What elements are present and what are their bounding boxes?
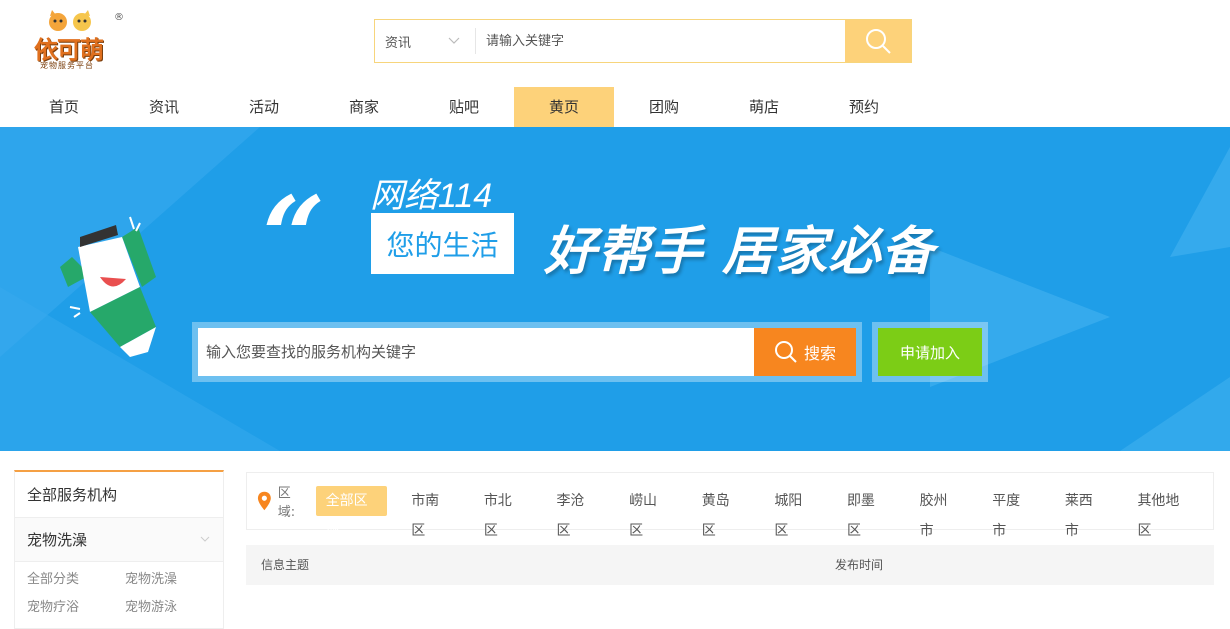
region-option[interactable]: 莱西市 bbox=[1055, 486, 1114, 539]
search-category-label: 资讯 bbox=[385, 35, 412, 51]
nav-item-forum[interactable]: 贴吧 bbox=[414, 87, 514, 127]
pets-logo-icon bbox=[49, 10, 91, 31]
quote-mark: “ bbox=[262, 172, 326, 301]
chevron-down-icon bbox=[200, 536, 210, 542]
region-option[interactable]: 其他地区 bbox=[1127, 486, 1199, 539]
banner-your-life: 您的生活 bbox=[371, 213, 514, 274]
search-category-select[interactable]: 资讯 bbox=[375, 20, 475, 62]
sidebar-item-pet-bath[interactable]: 宠物洗澡 bbox=[15, 518, 223, 562]
subcategory-link[interactable]: 宠物游泳 bbox=[125, 598, 223, 618]
nav-item-group-buy[interactable]: 团购 bbox=[614, 87, 714, 127]
search-icon bbox=[866, 29, 891, 54]
region-option[interactable]: 市南区 bbox=[401, 486, 460, 539]
nav-item-yellow-pages[interactable]: 黄页 bbox=[514, 87, 614, 127]
logo-subtitle: 宠物服务平台 bbox=[40, 61, 94, 70]
subcategory-link[interactable]: 宠物疗浴 bbox=[27, 598, 125, 618]
region-option[interactable]: 李沧区 bbox=[546, 486, 605, 539]
top-search-input[interactable] bbox=[476, 20, 845, 62]
listing-table-header: 信息主题 发布时间 bbox=[246, 545, 1214, 585]
region-option[interactable]: 市北区 bbox=[474, 486, 533, 539]
subcategory-link[interactable]: 全部分类 bbox=[27, 570, 125, 590]
nav-item-home[interactable]: 首页 bbox=[14, 87, 114, 127]
nav-item-merchants[interactable]: 商家 bbox=[314, 87, 414, 127]
site-logo[interactable]: 依可萌 宠物服务平台 ® bbox=[34, 10, 124, 72]
region-filter: 区域: 全部区域 市南区 市北区 李沧区 崂山区 黄岛区 城阳区 即墨区 胶州市… bbox=[246, 472, 1214, 539]
service-search-input[interactable] bbox=[198, 328, 754, 376]
join-button-wrap: 申请加入 bbox=[872, 322, 988, 382]
banner-slogan: 好帮手 居家必备 bbox=[544, 222, 935, 282]
column-header-topic: 信息主题 bbox=[261, 558, 310, 572]
registered-mark: ® bbox=[114, 12, 124, 23]
sidebar-category-label: 宠物洗澡 bbox=[27, 531, 88, 549]
service-search-button[interactable]: 搜索 bbox=[754, 328, 856, 376]
sidebar-subcategories: 全部分类 宠物洗澡 宠物疗浴 宠物游泳 bbox=[15, 562, 223, 618]
nav-item-pet-shop[interactable]: 萌店 bbox=[714, 87, 814, 127]
nav-item-events[interactable]: 活动 bbox=[214, 87, 314, 127]
region-option[interactable]: 黄岛区 bbox=[692, 486, 751, 539]
sidebar-item-all-services[interactable]: 全部服务机构 bbox=[15, 472, 223, 518]
service-search-bar: 搜索 bbox=[192, 322, 862, 382]
top-search-bar: 资讯 bbox=[374, 19, 912, 63]
hero-banner: “ 网络114 您的生活 好帮手 居家必备 搜索 申请加入 bbox=[0, 127, 1230, 451]
apply-join-button[interactable]: 申请加入 bbox=[878, 328, 982, 376]
banner-net114: 网络114 bbox=[370, 177, 493, 215]
service-search-label: 搜索 bbox=[803, 344, 836, 363]
location-pin-icon bbox=[257, 491, 271, 511]
region-option[interactable]: 平度市 bbox=[982, 486, 1041, 539]
main-nav: 首页 资讯 活动 商家 贴吧 黄页 团购 萌店 预约 bbox=[14, 87, 914, 127]
top-search-button[interactable] bbox=[845, 20, 911, 62]
category-sidebar: 全部服务机构 宠物洗澡 全部分类 宠物洗澡 宠物疗浴 宠物游泳 bbox=[14, 470, 224, 629]
region-label: 区域: bbox=[277, 486, 296, 520]
nav-item-news[interactable]: 资讯 bbox=[114, 87, 214, 127]
column-header-time: 发布时间 bbox=[835, 558, 884, 572]
search-icon bbox=[774, 341, 797, 363]
chevron-down-icon bbox=[448, 37, 460, 44]
region-option[interactable]: 胶州市 bbox=[910, 486, 969, 539]
region-option[interactable]: 城阳区 bbox=[764, 486, 823, 539]
header: 依可萌 宠物服务平台 ® 资讯 bbox=[0, 0, 1230, 87]
region-option[interactable]: 全部区域 bbox=[315, 486, 388, 539]
subcategory-link[interactable]: 宠物洗澡 bbox=[125, 570, 223, 590]
region-option[interactable]: 崂山区 bbox=[619, 486, 678, 539]
nav-item-booking[interactable]: 预约 bbox=[814, 87, 914, 127]
banner-background-shapes bbox=[0, 127, 1230, 451]
region-option[interactable]: 即墨区 bbox=[837, 486, 896, 539]
